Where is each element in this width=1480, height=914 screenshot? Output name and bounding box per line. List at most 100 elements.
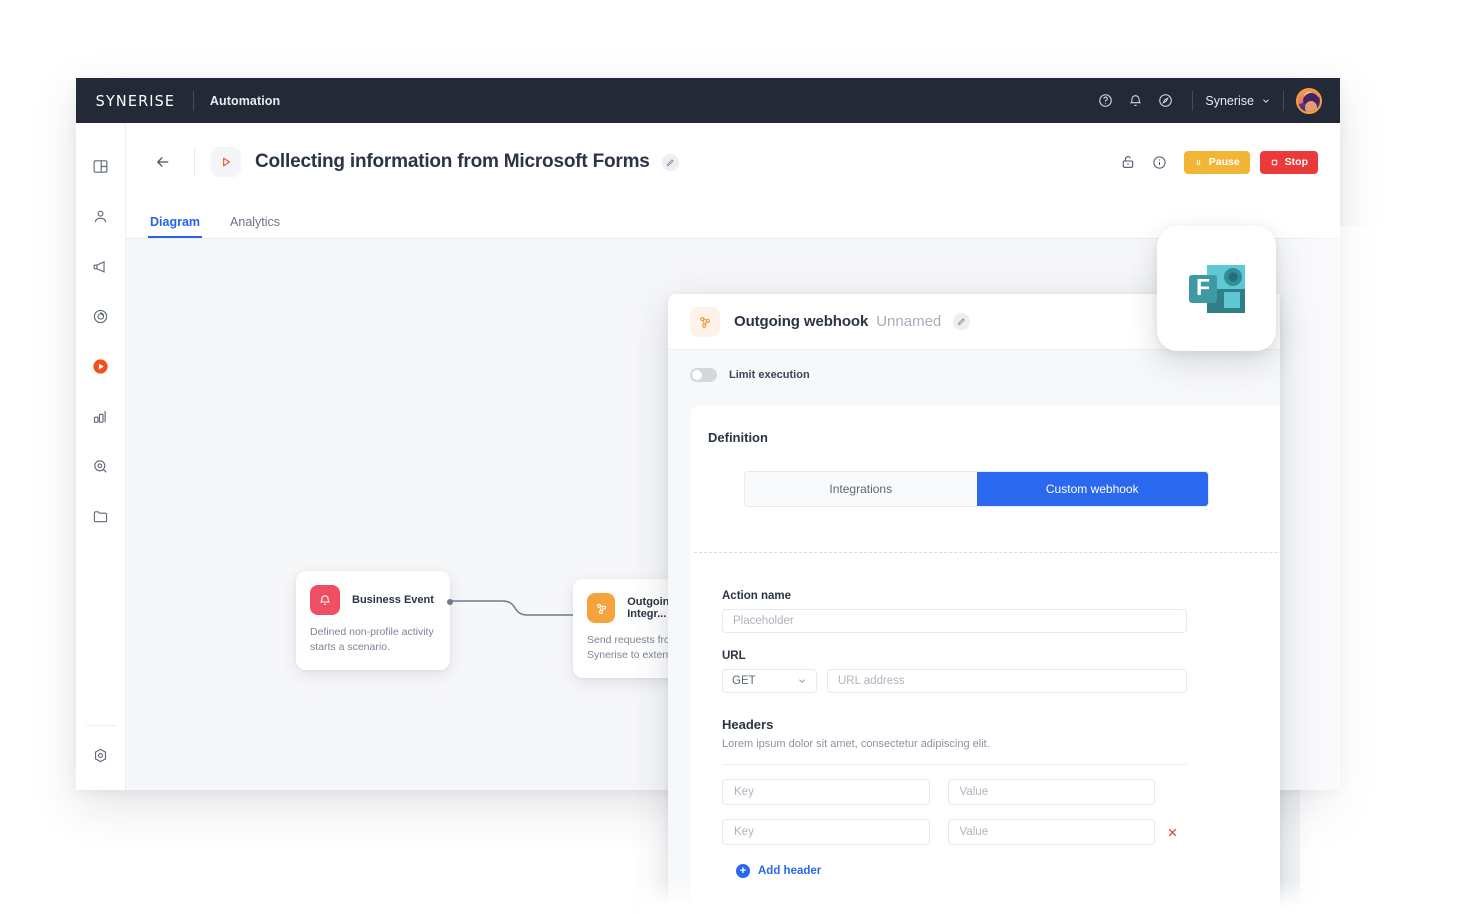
- header-key-placeholder: Key: [734, 826, 754, 838]
- tenant-selector[interactable]: Synerise: [1205, 94, 1271, 108]
- flow-header: Collecting information from Microsoft Fo…: [126, 123, 1340, 201]
- sidebar-item-communication[interactable]: [76, 241, 126, 291]
- pause-button[interactable]: Pause: [1184, 151, 1250, 174]
- header-key-placeholder: Key: [734, 786, 754, 798]
- microsoft-forms-icon: F: [1181, 253, 1253, 325]
- webhook-icon: [690, 307, 720, 337]
- pencil-icon: [666, 158, 675, 167]
- folder-icon: [92, 508, 109, 525]
- pause-icon: [1194, 158, 1203, 167]
- play-triangle-icon: [211, 147, 241, 177]
- close-icon: [1166, 826, 1179, 839]
- bar-chart-icon: [92, 408, 109, 425]
- header-actions: Pause Stop: [1114, 148, 1318, 176]
- header-divider: [194, 149, 195, 175]
- header-row: Key Value: [722, 779, 1187, 805]
- sidebar-item-dashboard[interactable]: [76, 141, 126, 191]
- spiral-icon: [92, 308, 109, 325]
- header-value-placeholder: Value: [960, 826, 989, 838]
- navbar-divider: [193, 91, 194, 111]
- http-method-value: GET: [732, 675, 756, 687]
- segment-custom-webhook[interactable]: Custom webhook: [977, 472, 1209, 506]
- layout-icon: [92, 158, 109, 175]
- edit-panel-name-button[interactable]: [953, 313, 970, 330]
- tenant-label: Synerise: [1205, 94, 1254, 108]
- node-business-event[interactable]: Business Event Defined non-profile activ…: [296, 571, 450, 670]
- stop-button-label: Stop: [1285, 156, 1308, 168]
- pencil-icon: [957, 317, 966, 326]
- avatar[interactable]: [1296, 88, 1322, 114]
- explore-icon[interactable]: [1150, 86, 1180, 116]
- section-divider-dashed: [694, 552, 1280, 553]
- tab-diagram[interactable]: Diagram: [148, 215, 202, 238]
- panel-title: Outgoing webhook: [734, 313, 868, 330]
- gear-icon: [92, 747, 109, 764]
- svg-text:F: F: [1195, 274, 1209, 300]
- node-header: Business Event: [310, 585, 436, 615]
- screenshot-root: SYNERISE Automation: [0, 0, 1480, 914]
- info-icon[interactable]: [1146, 148, 1174, 176]
- node-description: Defined non-profile activity starts a sc…: [310, 625, 436, 655]
- sidebar-item-assets[interactable]: [76, 491, 126, 541]
- limit-execution-toggle[interactable]: [690, 368, 717, 382]
- definition-heading: Definition: [690, 406, 1280, 445]
- edit-title-button[interactable]: [662, 154, 679, 171]
- page-title: Collecting information from Microsoft Fo…: [255, 151, 650, 173]
- header-value-input[interactable]: Value: [948, 779, 1156, 805]
- segment-integrations[interactable]: Integrations: [745, 472, 977, 506]
- url-input[interactable]: URL address: [827, 669, 1187, 693]
- sidebar-item-automation[interactable]: [76, 341, 126, 391]
- navbar-right-group: Synerise: [1090, 86, 1322, 116]
- synerise-logo[interactable]: SYNERISE: [96, 92, 176, 110]
- notifications-icon[interactable]: [1120, 86, 1150, 116]
- rail-divider: [86, 725, 116, 726]
- left-nav-rail: [76, 123, 126, 790]
- microsoft-forms-badge: F: [1157, 226, 1276, 351]
- action-name-label: Action name: [722, 590, 1187, 602]
- tab-bar: Diagram Analytics: [126, 201, 1340, 239]
- sidebar-item-ai-engine[interactable]: [76, 291, 126, 341]
- stop-button[interactable]: Stop: [1260, 151, 1318, 174]
- headers-description: Lorem ipsum dolor sit amet, consectetur …: [722, 738, 1187, 750]
- tab-analytics[interactable]: Analytics: [228, 215, 282, 238]
- chevron-down-icon: [1261, 96, 1271, 106]
- node-title: Business Event: [352, 594, 434, 606]
- sidebar-item-settings[interactable]: [76, 730, 126, 780]
- add-header-label: Add header: [758, 865, 821, 877]
- action-name-input[interactable]: Placeholder: [722, 609, 1187, 633]
- limit-execution-row: Limit execution: [668, 350, 1280, 400]
- headers-divider: [722, 764, 1187, 765]
- play-circle-icon: [91, 357, 110, 376]
- url-label: URL: [722, 650, 1187, 662]
- help-icon[interactable]: [1090, 86, 1120, 116]
- plus-icon: +: [736, 864, 750, 878]
- back-arrow-icon: [154, 153, 172, 171]
- navbar-module-name: Automation: [210, 94, 280, 108]
- action-name-placeholder: Placeholder: [733, 615, 794, 627]
- webhook-form: Action name Placeholder URL GET URL addr…: [722, 590, 1187, 878]
- limit-execution-label: Limit execution: [729, 369, 810, 381]
- add-header-button[interactable]: + Add header: [736, 864, 1187, 878]
- headers-heading: Headers: [722, 717, 1187, 732]
- stop-icon: [1270, 158, 1279, 167]
- person-icon: [92, 208, 109, 225]
- spacer: [722, 633, 1187, 650]
- panel-subtitle: Unnamed: [876, 313, 941, 330]
- header-value-placeholder: Value: [960, 786, 989, 798]
- search-eye-icon: [92, 458, 109, 475]
- back-button[interactable]: [148, 147, 178, 177]
- definition-mode-segmented-control: Integrations Custom webhook: [744, 471, 1209, 507]
- unlock-icon[interactable]: [1114, 148, 1142, 176]
- header-value-input[interactable]: Value: [948, 819, 1156, 845]
- sidebar-item-analytics[interactable]: [76, 391, 126, 441]
- header-key-input[interactable]: Key: [722, 819, 930, 845]
- webhook-icon: [587, 593, 615, 623]
- sidebar-item-profiles[interactable]: [76, 191, 126, 241]
- header-key-input[interactable]: Key: [722, 779, 930, 805]
- navbar-divider-2: [1192, 91, 1193, 111]
- chevron-down-icon: [797, 676, 807, 686]
- remove-header-button[interactable]: [1157, 826, 1187, 839]
- sidebar-item-insights[interactable]: [76, 441, 126, 491]
- http-method-select[interactable]: GET: [722, 669, 817, 693]
- url-placeholder: URL address: [838, 675, 905, 687]
